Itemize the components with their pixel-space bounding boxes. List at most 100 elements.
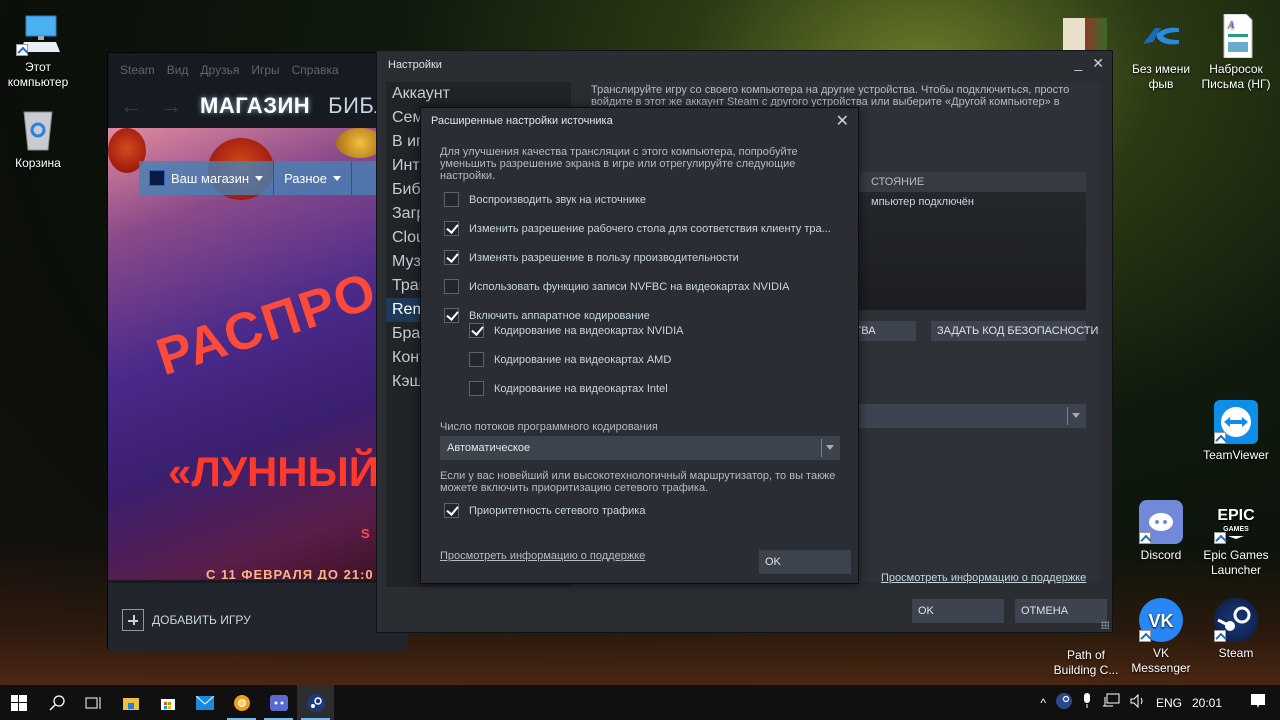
option-nvfbc-capture[interactable]: Использовать функцию записи NVFBC на вид… xyxy=(444,279,789,294)
svg-text:GAMES: GAMES xyxy=(1223,526,1249,533)
chevron-down-icon xyxy=(333,175,341,181)
checkbox-checked[interactable] xyxy=(469,323,484,338)
option-label: Приоритетность сетевого трафика xyxy=(469,504,646,517)
taskbar-mail[interactable] xyxy=(186,685,223,720)
taskbar-discord[interactable] xyxy=(260,685,297,720)
language-indicator[interactable]: ENG xyxy=(1156,696,1182,710)
checkbox-checked[interactable] xyxy=(444,308,459,323)
taskbar-chrome-canary[interactable] xyxy=(223,685,260,720)
checkbox[interactable] xyxy=(444,192,459,207)
checkbox-checked[interactable] xyxy=(444,250,459,265)
desktop-icon-label: Discord xyxy=(1140,548,1182,562)
desktop-icon-label: VK Messenger xyxy=(1131,646,1191,675)
option-play-audio-on-host[interactable]: Воспроизводить звук на источнике xyxy=(444,192,646,207)
steam-nav-bar: ← → МАГАЗИН БИБЛИ xyxy=(108,85,406,127)
start-icon xyxy=(11,694,27,711)
advanced-host-options-dialog: Расширенные настройки источника ✕ Для ул… xyxy=(420,107,859,584)
forward-arrow-icon[interactable]: → xyxy=(160,93,182,119)
option-amd-encoding[interactable]: Кодирование на видеокартах AMD xyxy=(469,352,671,367)
desktop-icon-vk[interactable]: VK VK Messenger xyxy=(1123,598,1199,676)
dropdown-separator xyxy=(821,439,822,457)
mail-icon xyxy=(195,695,214,710)
search-button[interactable] xyxy=(38,685,75,720)
option-label: Изменять разрешение в пользу производите… xyxy=(469,251,739,264)
network-note: Если у вас новейший или высокотехнологич… xyxy=(440,470,836,494)
support-info-link[interactable]: Просмотреть информацию о поддержке xyxy=(440,550,645,562)
option-prefer-performance-resolution[interactable]: Изменять разрешение в пользу производите… xyxy=(444,250,739,265)
resize-grip[interactable] xyxy=(1101,621,1109,629)
nav-store[interactable]: МАГАЗИН xyxy=(200,93,310,119)
desktop-icon-this-pc[interactable]: Этот компьютер xyxy=(0,12,76,90)
close-icon[interactable]: ✕ xyxy=(836,111,849,131)
checkbox[interactable] xyxy=(469,381,484,396)
taskbar-steam[interactable] xyxy=(297,685,334,720)
promo-banner[interactable]: РАСПРО «ЛУННЫЙ 1 S С 11 ФЕВРАЛЯ ДО 21:0 xyxy=(108,128,408,580)
desktop-icon-label: Этот компьютер xyxy=(7,60,69,89)
menu-help[interactable]: Справка xyxy=(292,63,339,85)
checkbox[interactable] xyxy=(444,279,459,294)
support-info-link[interactable]: Просмотреть информацию о поддержке xyxy=(881,572,1086,584)
taskbar-store[interactable] xyxy=(149,685,186,720)
close-icon[interactable]: ✕ xyxy=(1092,55,1104,72)
tab-misc[interactable]: Разное xyxy=(274,161,352,195)
sidebar-item-account[interactable]: Аккаунт xyxy=(386,82,571,106)
window-controls: _ ✕ xyxy=(1074,55,1104,72)
desktop-icon-recycle-bin[interactable]: Корзина xyxy=(0,108,76,171)
volume-icon[interactable] xyxy=(1130,693,1146,712)
taskbar: ^ ENG 20:01 xyxy=(0,685,1280,720)
start-button[interactable] xyxy=(0,685,38,720)
svg-text:VK: VK xyxy=(1148,611,1173,631)
device-row[interactable]: мпьютер подключён xyxy=(841,192,1086,208)
minimize-icon[interactable]: _ xyxy=(1074,55,1082,72)
desktop-icon-bez-imeni[interactable]: Без имени фыв xyxy=(1123,14,1199,92)
option-hardware-encoding[interactable]: Включить аппаратное кодирование xyxy=(444,308,650,323)
task-view-button[interactable] xyxy=(75,685,112,720)
tab-your-store[interactable]: Ваш магазин xyxy=(139,161,275,195)
desktop-icon-teamviewer[interactable]: TeamViewer xyxy=(1198,400,1274,463)
option-label: Включить аппаратное кодирование xyxy=(469,309,650,322)
back-arrow-icon[interactable]: ← xyxy=(120,93,142,119)
option-intel-encoding[interactable]: Кодирование на видеокартах Intel xyxy=(469,381,668,396)
chevron-down-icon xyxy=(826,445,834,450)
option-label: Использовать функцию записи NVFBC на вид… xyxy=(469,280,790,293)
menu-view[interactable]: Вид xyxy=(167,63,189,85)
add-game-button[interactable]: ДОБАВИТЬ ИГРУ xyxy=(122,609,251,631)
cancel-button[interactable]: ОТМЕНА xyxy=(1015,599,1107,623)
action-center-icon[interactable] xyxy=(1250,693,1266,712)
microphone-icon[interactable] xyxy=(1082,693,1092,712)
settings-dropdown[interactable] xyxy=(841,404,1086,428)
dialog-ok-button[interactable]: OK xyxy=(759,550,851,574)
menu-friends[interactable]: Друзья xyxy=(200,63,239,85)
menu-steam[interactable]: Steam xyxy=(120,63,155,85)
desktop-icon-label: Без имени фыв xyxy=(1131,62,1191,91)
steam-tray-icon[interactable] xyxy=(1055,693,1072,712)
show-hidden-icons-chevron-icon[interactable]: ^ xyxy=(1040,696,1046,710)
taskbar-file-explorer[interactable] xyxy=(112,685,149,720)
plus-icon xyxy=(122,609,144,631)
desktop-icon-discord[interactable]: Discord xyxy=(1123,500,1199,563)
option-network-priority[interactable]: Приоритетность сетевого трафика xyxy=(444,503,645,518)
desktop-icon-steam[interactable]: Steam xyxy=(1198,598,1274,661)
checkbox-checked[interactable] xyxy=(444,221,459,236)
option-label: Кодирование на видеокартах AMD xyxy=(494,353,672,366)
ok-button[interactable]: OK xyxy=(912,599,1004,623)
set-security-code-button[interactable]: ЗАДАТЬ КОД БЕЗОПАСНОСТИ xyxy=(931,321,1098,341)
desktop-icon-epic-games[interactable]: EPIC GAMES Epic Games Launcher xyxy=(1198,500,1274,578)
svg-text:A: A xyxy=(1227,20,1235,31)
network-icon[interactable] xyxy=(1102,693,1120,712)
checkbox[interactable] xyxy=(469,352,484,367)
store-icon xyxy=(160,698,175,710)
chevron-down-icon xyxy=(1072,413,1080,418)
promo-title: РАСПРО xyxy=(149,261,385,388)
option-label: Кодирование на видеокартах Intel xyxy=(494,382,668,395)
checkbox-checked[interactable] xyxy=(444,503,459,518)
clock[interactable]: 20:01 xyxy=(1192,696,1222,710)
option-nvidia-encoding[interactable]: Кодирование на видеокартах NVIDIA xyxy=(469,323,684,338)
desktop-icon-draft-letter[interactable]: A Набросок Письма (НГ) xyxy=(1198,13,1274,92)
threads-dropdown[interactable]: Автоматическое xyxy=(440,436,840,460)
task-view-icon xyxy=(85,696,100,709)
shortcut-arrow-icon xyxy=(1139,532,1151,544)
desktop-icon-label: Корзина xyxy=(15,156,61,170)
menu-games[interactable]: Игры xyxy=(251,63,279,85)
option-change-desktop-resolution[interactable]: Изменить разрешение рабочего стола для с… xyxy=(444,221,831,236)
